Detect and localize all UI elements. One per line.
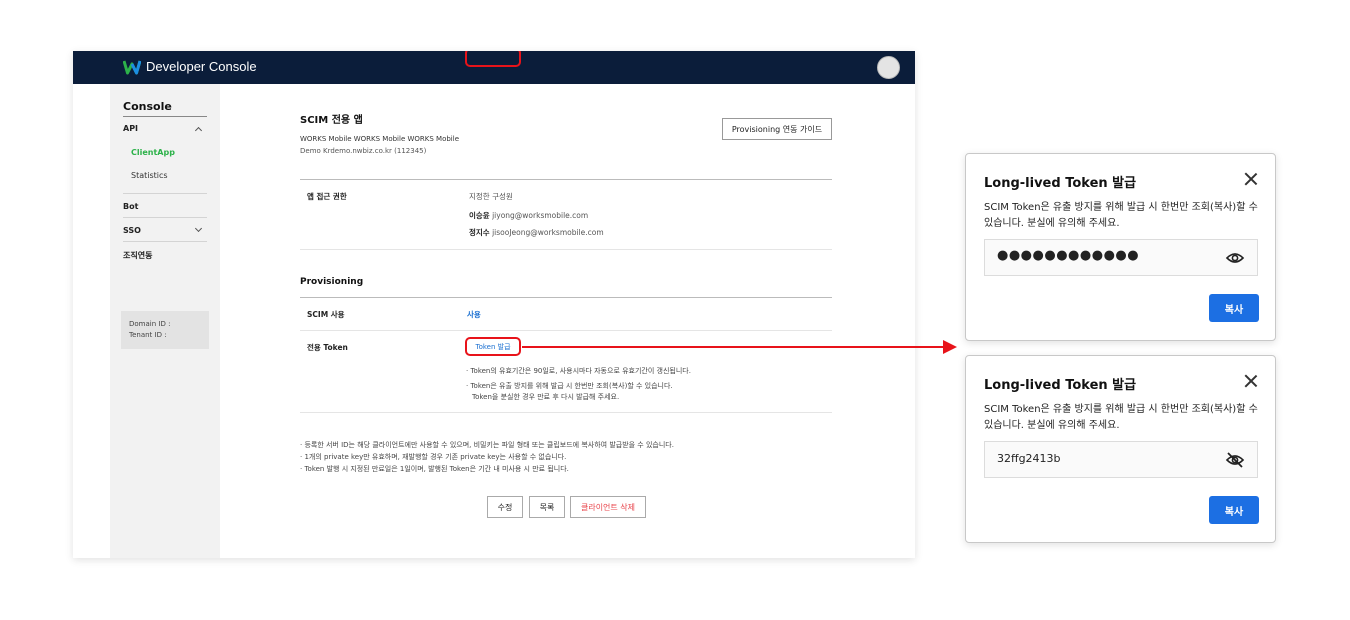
sidebar-title: Console [123, 100, 172, 113]
token-note: Token을 분실한 경우 만료 후 다시 발급해 주세요. [472, 393, 620, 401]
token-note: · Token은 유출 방지를 위해 발급 시 한번만 조회(복사)할 수 있습… [466, 382, 673, 390]
copy-button[interactable]: 복사 [1209, 294, 1259, 322]
access-label: 앱 접근 권한 [307, 192, 347, 201]
app-domain: Demo Krdemo.nwbiz.co.kr (112345) [300, 147, 427, 155]
avatar[interactable] [877, 56, 900, 79]
main-content: SCIM 전용 앱 WORKS Mobile WORKS Mobile WORK… [220, 51, 915, 558]
member-name: 정지수 [469, 228, 490, 237]
domain-id-label: Domain ID : [129, 320, 171, 328]
callout-arrow-head-icon [943, 340, 957, 354]
copy-button[interactable]: 복사 [1209, 496, 1259, 524]
section-divider [300, 330, 832, 331]
section-divider [300, 179, 832, 180]
works-logo-icon [123, 60, 141, 75]
member-email: jisooJeong@worksmobile.com [492, 228, 604, 237]
eye-off-icon[interactable] [1225, 451, 1245, 469]
token-issue-button[interactable]: Token 발급 [465, 337, 521, 356]
sidebar-divider [123, 116, 207, 117]
app-company: WORKS Mobile WORKS Mobile WORKS Mobile [300, 135, 459, 143]
delete-client-button[interactable]: 클라이언트 삭제 [570, 496, 646, 518]
footer-note: · 1개의 private key만 유효하며, 재발행할 경우 기존 priv… [300, 453, 567, 461]
section-divider [300, 249, 832, 250]
scim-label: SCIM 사용 [307, 310, 345, 319]
member-row: 정지수 jisooJeong@worksmobile.com [469, 227, 604, 238]
developer-console-window: Developer Console Console API ClientApp … [73, 51, 915, 558]
sidebar-divider [123, 193, 207, 194]
eye-icon[interactable] [1225, 249, 1245, 267]
page-title: SCIM 전용 앱 [300, 115, 363, 126]
token-field[interactable]: ●●●●●●●●●●●● [984, 239, 1258, 276]
footer-note: · 등록한 서버 ID는 해당 클라이언트에만 사용할 수 있으며, 비밀키는 … [300, 441, 674, 449]
member-email: jiyong@worksmobile.com [492, 211, 589, 220]
callout-arrow-line [522, 346, 944, 348]
edit-button[interactable]: 수정 [487, 496, 523, 518]
token-value: 32ffg2413b [997, 452, 1061, 465]
modal-description: SCIM Token은 유출 방지를 위해 발급 시 한번만 조회(복사)할 수… [984, 404, 1258, 431]
close-icon[interactable] [1244, 172, 1258, 186]
access-scope: 지정한 구성원 [469, 192, 513, 201]
member-name: 이승윤 [469, 211, 490, 220]
provisioning-title: Provisioning [300, 277, 364, 287]
member-row: 이승윤 jiyong@worksmobile.com [469, 210, 588, 221]
sidebar-item-bot[interactable]: Bot [123, 202, 138, 211]
modal-title: Long-lived Token 발급 [984, 176, 1137, 191]
token-label: 전용 Token [307, 343, 348, 352]
brand-title: Developer Console [146, 59, 257, 74]
footer-note: · Token 발행 시 지정된 만료일은 1일이며, 발행된 Token은 기… [300, 465, 569, 473]
chevron-down-icon[interactable] [194, 224, 203, 233]
token-issue-button-spacer [465, 51, 521, 67]
token-value-masked: ●●●●●●●●●●●● [997, 248, 1140, 263]
sidebar-divider [123, 241, 207, 242]
token-field[interactable]: 32ffg2413b [984, 441, 1258, 478]
token-modal-shown: Long-lived Token 발급 SCIM Token은 유출 방지를 위… [965, 355, 1276, 543]
scim-status: 사용 [467, 310, 481, 319]
token-modal-hidden: Long-lived Token 발급 SCIM Token은 유출 방지를 위… [965, 153, 1276, 341]
sidebar: Console API ClientApp Statistics Bot SSO… [110, 84, 220, 558]
sidebar-item-org-sync[interactable]: 조직연동 [123, 250, 152, 261]
sidebar-item-clientapp[interactable]: ClientApp [131, 148, 175, 157]
chevron-up-icon[interactable] [194, 126, 203, 135]
sidebar-divider [123, 217, 207, 218]
sidebar-item-api[interactable]: API [123, 124, 138, 133]
sidebar-item-statistics[interactable]: Statistics [131, 171, 168, 180]
sidebar-item-sso[interactable]: SSO [123, 226, 141, 235]
modal-description: SCIM Token은 유출 방지를 위해 발급 시 한번만 조회(복사)할 수… [984, 202, 1258, 229]
token-note: · Token의 유효기간은 90일로, 사용시마다 자동으로 유효기간이 갱신… [466, 367, 691, 375]
section-divider [300, 412, 832, 413]
provisioning-guide-button[interactable]: Provisioning 연동 가이드 [722, 118, 832, 140]
tenant-info-box: Domain ID : Tenant ID : [121, 311, 209, 349]
section-divider [300, 297, 832, 298]
close-icon[interactable] [1244, 374, 1258, 388]
tenant-id-label: Tenant ID : [129, 331, 167, 339]
modal-title: Long-lived Token 발급 [984, 378, 1137, 393]
list-button[interactable]: 목록 [529, 496, 565, 518]
